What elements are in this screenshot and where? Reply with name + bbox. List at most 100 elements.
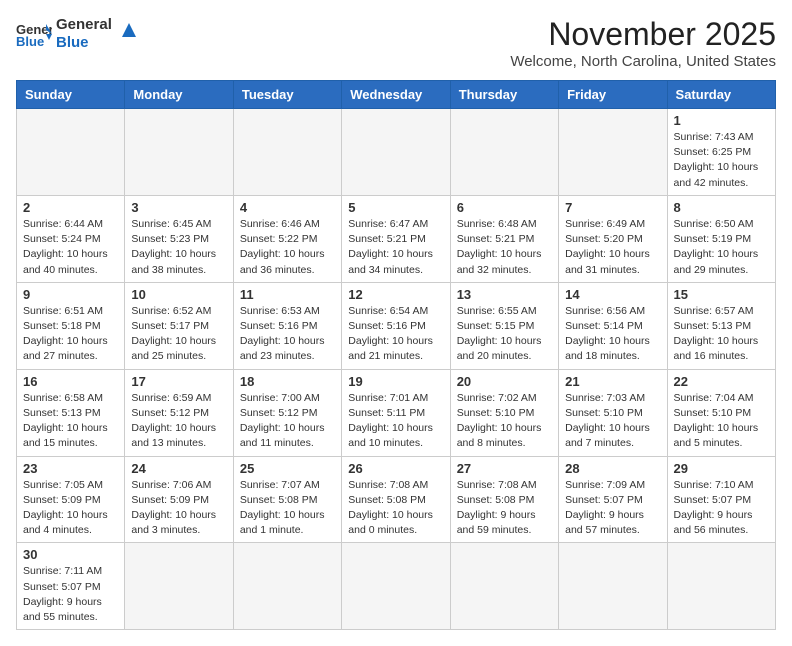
day-number: 28 [565, 461, 660, 476]
day-info: Sunrise: 6:57 AM Sunset: 5:13 PM Dayligh… [674, 304, 769, 365]
day-number: 29 [674, 461, 769, 476]
calendar-cell: 8 Sunrise: 6:50 AM Sunset: 5:19 PM Daylig… [667, 195, 775, 282]
calendar-cell [450, 109, 558, 196]
calendar-cell: 11Sunrise: 6:53 AM Sunset: 5:16 PM Dayli… [233, 282, 341, 369]
calendar-cell: 12 Sunrise: 6:54 AM Sunset: 5:16 PM Dayli… [342, 282, 450, 369]
day-number: 16 [23, 374, 118, 389]
calendar-week-row: 2Sunrise: 6:44 AM Sunset: 5:24 PM Daylig… [17, 195, 776, 282]
day-info: Sunrise: 7:08 AM Sunset: 5:08 PM Dayligh… [457, 478, 552, 539]
day-info: Sunrise: 6:51 AM Sunset: 5:18 PM Dayligh… [23, 304, 118, 365]
day-number: 27 [457, 461, 552, 476]
calendar-cell: 25Sunrise: 7:07 AM Sunset: 5:08 PM Dayli… [233, 456, 341, 543]
day-info: Sunrise: 7:08 AM Sunset: 5:08 PM Dayligh… [348, 478, 443, 539]
day-number: 23 [23, 461, 118, 476]
calendar-cell: 13 Sunrise: 6:55 AM Sunset: 5:15 PM Dayli… [450, 282, 558, 369]
calendar-cell [559, 109, 667, 196]
logo: General Blue General Blue [16, 16, 140, 52]
day-info: Sunrise: 7:43 AM Sunset: 6:25 PM Dayligh… [674, 130, 769, 191]
logo-triangle-icon [118, 19, 140, 41]
day-info: Sunrise: 6:45 AM Sunset: 5:23 PM Dayligh… [131, 217, 226, 278]
day-number: 1 [674, 113, 769, 128]
calendar-cell: 15Sunrise: 6:57 AM Sunset: 5:13 PM Dayli… [667, 282, 775, 369]
day-number: 2 [23, 200, 118, 215]
day-number: 4 [240, 200, 335, 215]
day-number: 8 [674, 200, 769, 215]
calendar-week-row: 23 Sunrise: 7:05 AM Sunset: 5:09 PM Dayli… [17, 456, 776, 543]
weekday-header: Monday [125, 81, 233, 109]
calendar-cell: 21 Sunrise: 7:03 AM Sunset: 5:10 PM Dayli… [559, 369, 667, 456]
day-info: Sunrise: 6:53 AM Sunset: 5:16 PM Dayligh… [240, 304, 335, 365]
calendar-cell: 24 Sunrise: 7:06 AM Sunset: 5:09 PM Dayli… [125, 456, 233, 543]
location-title: Welcome, North Carolina, United States [510, 53, 776, 70]
calendar-cell: 4 Sunrise: 6:46 AM Sunset: 5:22 PM Daylig… [233, 195, 341, 282]
calendar-cell [342, 543, 450, 630]
logo-general: General [56, 16, 112, 34]
day-number: 6 [457, 200, 552, 215]
day-info: Sunrise: 7:03 AM Sunset: 5:10 PM Dayligh… [565, 391, 660, 452]
day-number: 30 [23, 547, 118, 562]
day-number: 26 [348, 461, 443, 476]
day-info: Sunrise: 7:07 AM Sunset: 5:08 PM Dayligh… [240, 478, 335, 539]
calendar-cell: 10Sunrise: 6:52 AM Sunset: 5:17 PM Dayli… [125, 282, 233, 369]
day-number: 13 [457, 287, 552, 302]
calendar-cell [667, 543, 775, 630]
day-info: Sunrise: 7:02 AM Sunset: 5:10 PM Dayligh… [457, 391, 552, 452]
weekday-header: Tuesday [233, 81, 341, 109]
weekday-header: Saturday [667, 81, 775, 109]
day-number: 18 [240, 374, 335, 389]
calendar-week-row: 1 Sunrise: 7:43 AM Sunset: 6:25 PM Daylig… [17, 109, 776, 196]
calendar-cell: 23 Sunrise: 7:05 AM Sunset: 5:09 PM Dayli… [17, 456, 125, 543]
calendar-header-row: SundayMondayTuesdayWednesdayThursdayFrid… [17, 81, 776, 109]
day-info: Sunrise: 6:55 AM Sunset: 5:15 PM Dayligh… [457, 304, 552, 365]
day-info: Sunrise: 6:48 AM Sunset: 5:21 PM Dayligh… [457, 217, 552, 278]
calendar-cell: 26 Sunrise: 7:08 AM Sunset: 5:08 PM Dayli… [342, 456, 450, 543]
page-header: General Blue General Blue November 2025 … [16, 16, 776, 70]
calendar-cell: 5 Sunrise: 6:47 AM Sunset: 5:21 PM Daylig… [342, 195, 450, 282]
logo-blue: Blue [56, 34, 112, 52]
calendar-cell: 3Sunrise: 6:45 AM Sunset: 5:23 PM Daylig… [125, 195, 233, 282]
day-info: Sunrise: 6:54 AM Sunset: 5:16 PM Dayligh… [348, 304, 443, 365]
calendar-cell: 16 Sunrise: 6:58 AM Sunset: 5:13 PM Dayli… [17, 369, 125, 456]
month-title: November 2025 [510, 16, 776, 53]
day-number: 9 [23, 287, 118, 302]
calendar-cell: 22Sunrise: 7:04 AM Sunset: 5:10 PM Dayli… [667, 369, 775, 456]
calendar-cell: 28 Sunrise: 7:09 AM Sunset: 5:07 PM Dayli… [559, 456, 667, 543]
calendar-cell [125, 109, 233, 196]
calendar-cell: 30 Sunrise: 7:11 AM Sunset: 5:07 PM Dayli… [17, 543, 125, 630]
day-number: 5 [348, 200, 443, 215]
calendar-week-row: 9 Sunrise: 6:51 AM Sunset: 5:18 PM Daylig… [17, 282, 776, 369]
calendar-cell: 1 Sunrise: 7:43 AM Sunset: 6:25 PM Daylig… [667, 109, 775, 196]
day-info: Sunrise: 6:47 AM Sunset: 5:21 PM Dayligh… [348, 217, 443, 278]
calendar-cell: 14Sunrise: 6:56 AM Sunset: 5:14 PM Dayli… [559, 282, 667, 369]
day-number: 24 [131, 461, 226, 476]
day-info: Sunrise: 6:50 AM Sunset: 5:19 PM Dayligh… [674, 217, 769, 278]
day-number: 20 [457, 374, 552, 389]
calendar-cell: 7Sunrise: 6:49 AM Sunset: 5:20 PM Daylig… [559, 195, 667, 282]
calendar-table: SundayMondayTuesdayWednesdayThursdayFrid… [16, 80, 776, 630]
day-number: 14 [565, 287, 660, 302]
day-info: Sunrise: 7:06 AM Sunset: 5:09 PM Dayligh… [131, 478, 226, 539]
svg-text:Blue: Blue [16, 34, 44, 48]
calendar-cell [233, 543, 341, 630]
day-number: 12 [348, 287, 443, 302]
day-number: 21 [565, 374, 660, 389]
calendar-cell [233, 109, 341, 196]
day-info: Sunrise: 7:01 AM Sunset: 5:11 PM Dayligh… [348, 391, 443, 452]
day-info: Sunrise: 7:11 AM Sunset: 5:07 PM Dayligh… [23, 564, 118, 625]
calendar-cell: 27 Sunrise: 7:08 AM Sunset: 5:08 PM Dayli… [450, 456, 558, 543]
logo-icon: General Blue [16, 20, 52, 48]
calendar-cell [450, 543, 558, 630]
calendar-week-row: 30 Sunrise: 7:11 AM Sunset: 5:07 PM Dayli… [17, 543, 776, 630]
day-info: Sunrise: 6:58 AM Sunset: 5:13 PM Dayligh… [23, 391, 118, 452]
day-number: 17 [131, 374, 226, 389]
day-number: 10 [131, 287, 226, 302]
calendar-cell [17, 109, 125, 196]
day-info: Sunrise: 6:49 AM Sunset: 5:20 PM Dayligh… [565, 217, 660, 278]
calendar-cell: 9 Sunrise: 6:51 AM Sunset: 5:18 PM Daylig… [17, 282, 125, 369]
day-info: Sunrise: 7:05 AM Sunset: 5:09 PM Dayligh… [23, 478, 118, 539]
weekday-header: Friday [559, 81, 667, 109]
day-number: 19 [348, 374, 443, 389]
day-info: Sunrise: 6:46 AM Sunset: 5:22 PM Dayligh… [240, 217, 335, 278]
day-info: Sunrise: 7:04 AM Sunset: 5:10 PM Dayligh… [674, 391, 769, 452]
day-info: Sunrise: 7:09 AM Sunset: 5:07 PM Dayligh… [565, 478, 660, 539]
